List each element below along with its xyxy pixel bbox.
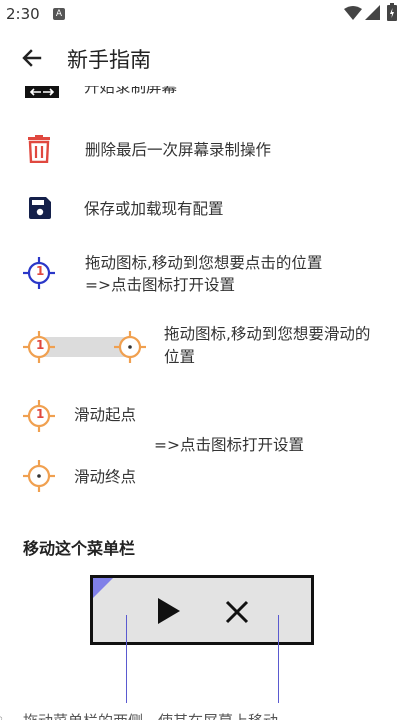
swipe-settings-label: =>点击图标打开设置 bbox=[154, 436, 304, 454]
swipe-line1: 拖动图标,移动到您想要滑动的 bbox=[164, 325, 371, 343]
guide-row-delete: 删除最后一次屏幕录制操作 bbox=[0, 130, 405, 170]
footer-bullet: ◦ bbox=[0, 712, 5, 720]
start-record-label: 开始录制屏幕 bbox=[84, 86, 178, 96]
swipe-start-point-number: 1 bbox=[36, 407, 45, 421]
right-pointer-line bbox=[278, 615, 279, 703]
menu-footer-text: 拖动菜单栏的两侧，使其在屏幕上移动 bbox=[23, 710, 278, 720]
wifi-icon bbox=[344, 6, 362, 20]
guide-row-start-record: 开始录制屏幕 bbox=[0, 86, 405, 102]
status-time: 2:30 bbox=[6, 5, 40, 23]
swipe-start-label: 滑动起点 bbox=[74, 406, 137, 424]
save-icon bbox=[29, 197, 51, 219]
play-icon bbox=[158, 598, 180, 624]
guide-row-swipe-points: 1 滑动起点 =>点击图标打开设置 滑动终点 bbox=[0, 396, 405, 496]
swipe-end-icon bbox=[114, 331, 146, 363]
status-bar: 2:30 A bbox=[0, 0, 405, 28]
signal-icon bbox=[365, 5, 380, 20]
tap-target-line1: 拖动图标,移动到您想要点击的位置 bbox=[85, 254, 323, 272]
delete-last-label: 删除最后一次屏幕录制操作 bbox=[85, 141, 272, 159]
floating-menu-bar bbox=[90, 575, 314, 645]
menu-section-title: 移动这个菜单栏 bbox=[23, 539, 136, 558]
guide-row-swipe: 1 拖动图标,移动到您想要滑动的 位置 bbox=[0, 322, 405, 372]
battery-icon bbox=[387, 3, 397, 21]
save-load-label: 保存或加载现有配置 bbox=[84, 200, 224, 218]
swipe-start-number: 1 bbox=[36, 338, 45, 352]
left-pointer-line bbox=[126, 615, 127, 703]
notification-badge: A bbox=[53, 8, 65, 20]
app-bar: 新手指南 bbox=[0, 30, 405, 86]
arrow-left-icon[interactable] bbox=[20, 46, 44, 70]
tap-target-line2: =>点击图标打开设置 bbox=[85, 276, 235, 294]
swipe-line2: 位置 bbox=[164, 348, 196, 366]
guide-row-tap-target: 1 拖动图标,移动到您想要点击的位置 =>点击图标打开设置 bbox=[0, 250, 405, 300]
guide-row-save: 保存或加载现有配置 bbox=[0, 192, 405, 228]
swipe-end-point-icon bbox=[23, 460, 55, 492]
drag-corner-icon bbox=[93, 578, 113, 598]
tap-target-number: 1 bbox=[36, 264, 45, 278]
guide-content: 开始录制屏幕 删除最后一次屏幕录制操作 保存或加载现有配置 1 拖动图标,移动到 bbox=[0, 86, 405, 720]
screen-record-icon bbox=[25, 86, 59, 98]
swipe-end-label: 滑动终点 bbox=[74, 468, 137, 486]
close-icon bbox=[225, 600, 249, 624]
trash-icon bbox=[28, 135, 50, 163]
page-title: 新手指南 bbox=[67, 48, 151, 72]
